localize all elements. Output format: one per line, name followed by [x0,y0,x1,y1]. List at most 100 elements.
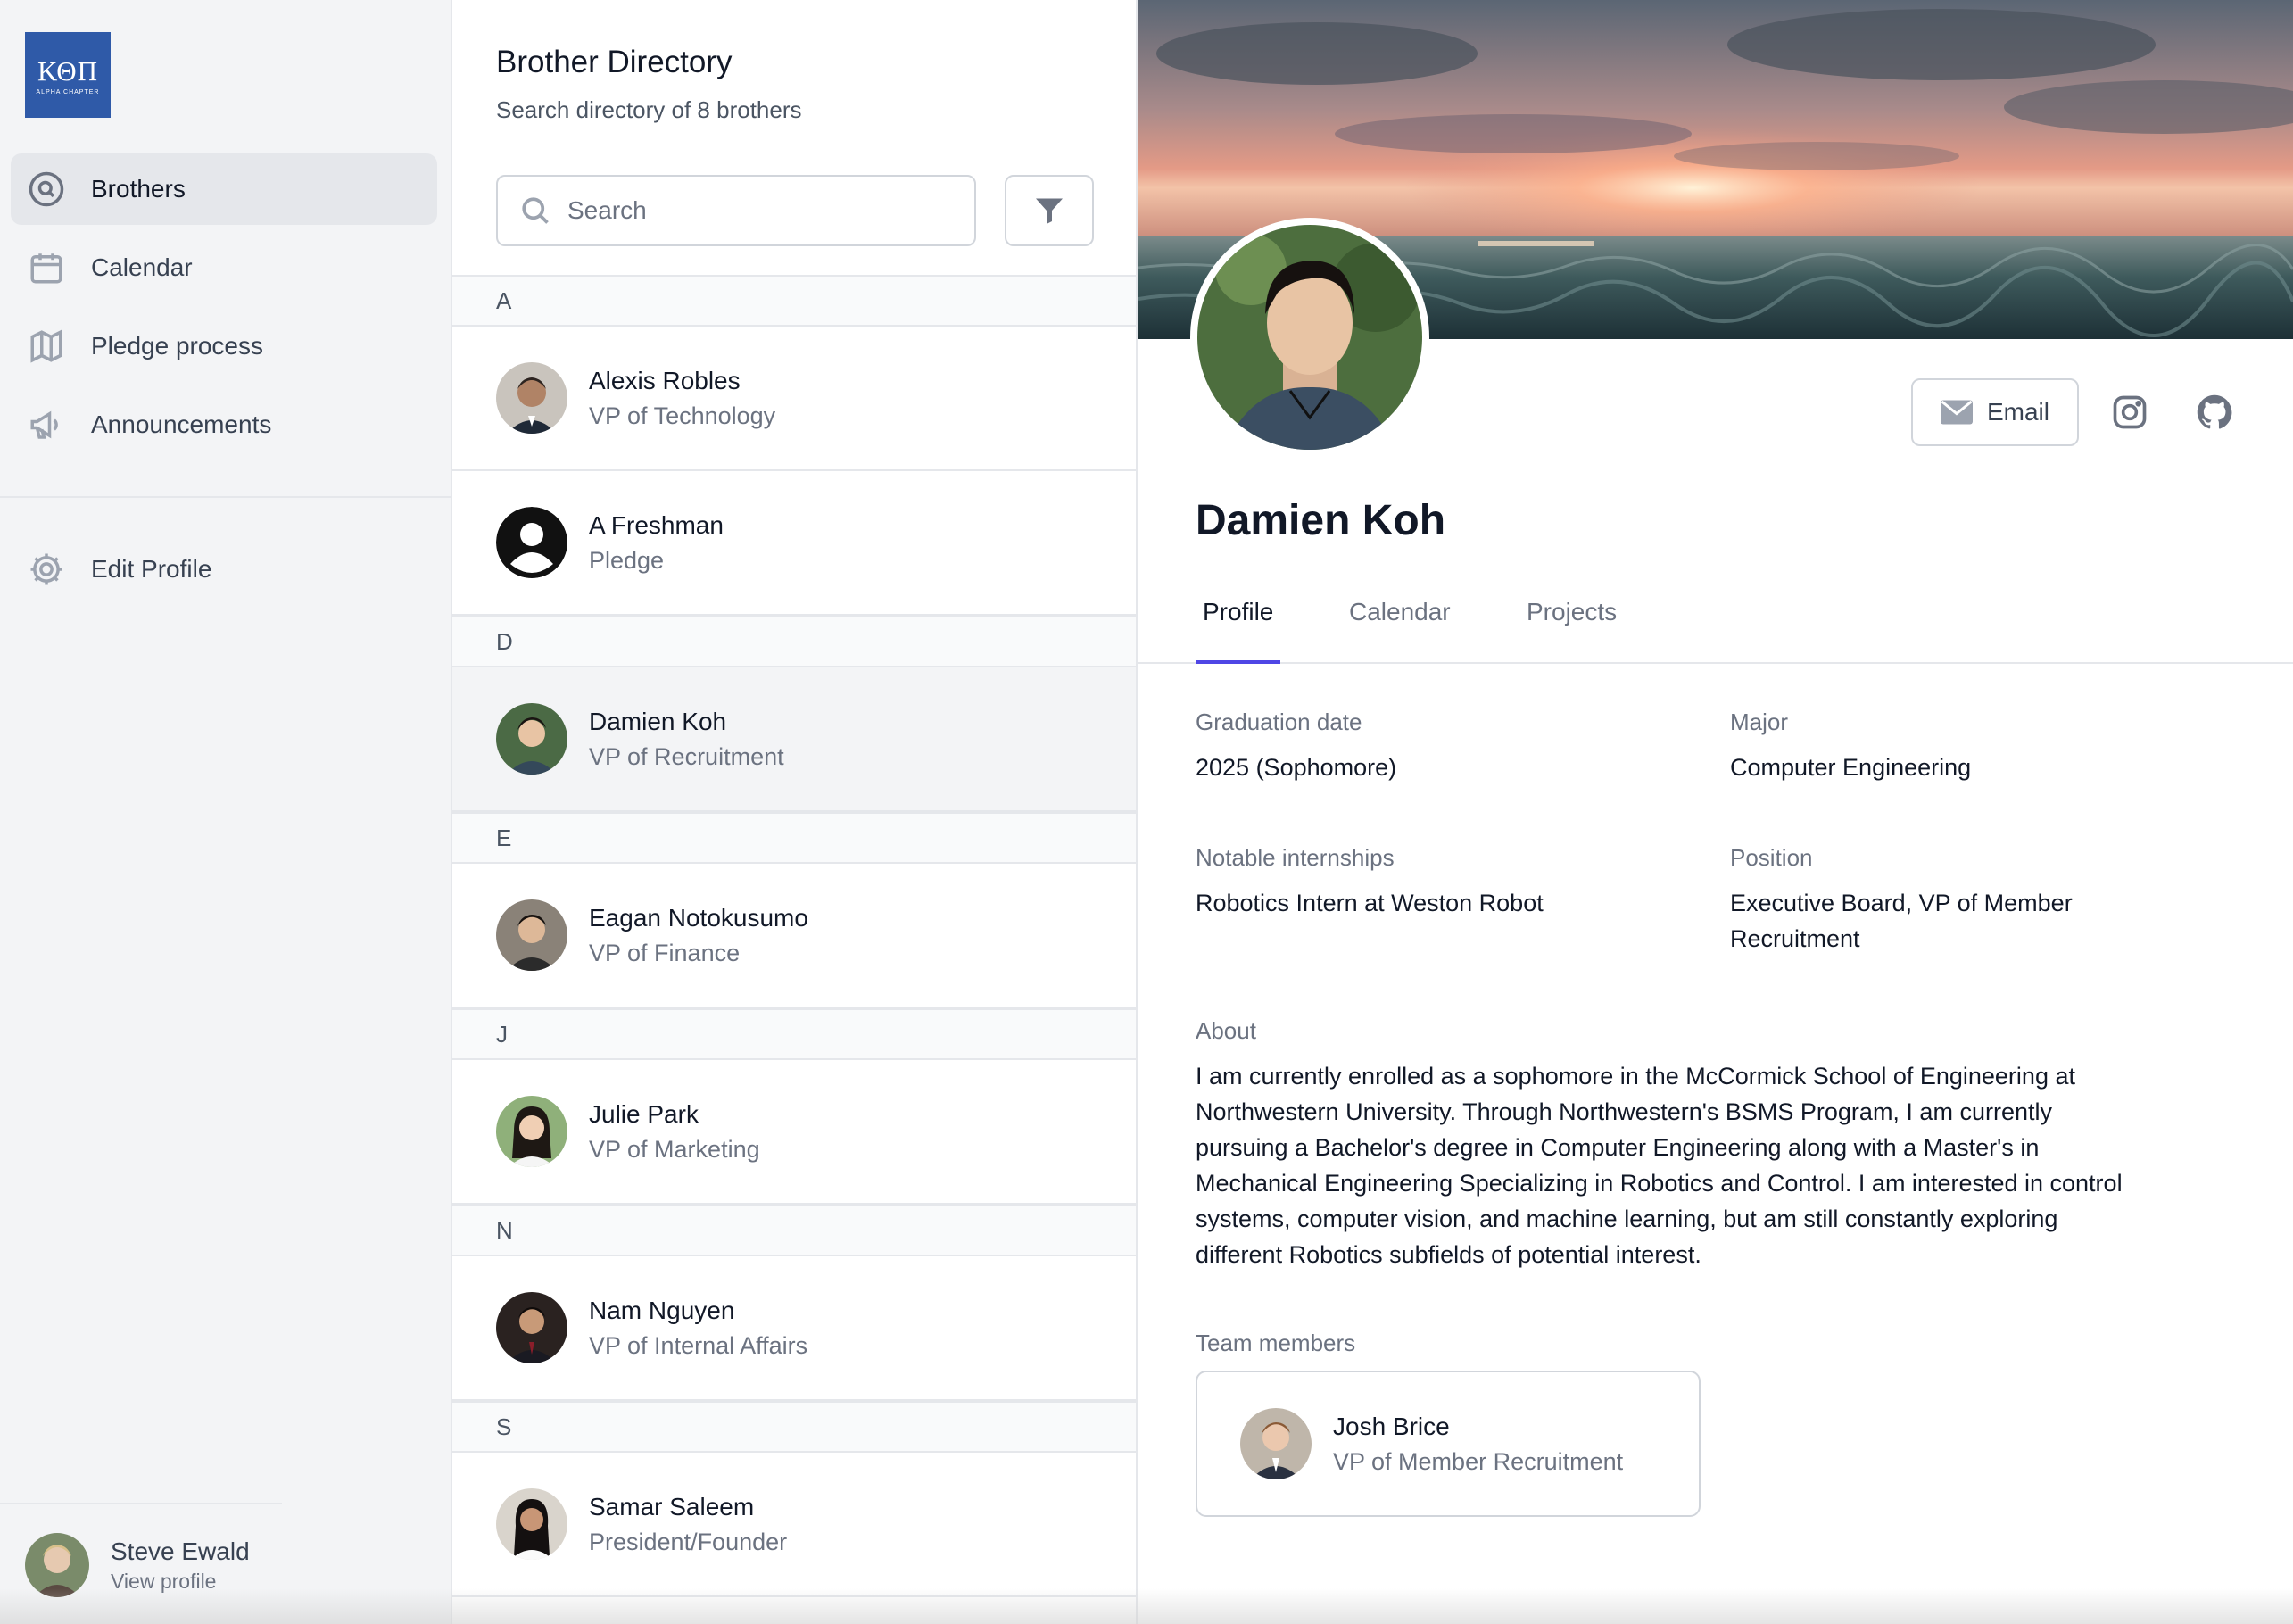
user-name: Steve Ewald [111,1537,250,1565]
email-button[interactable]: Email [1911,378,2079,446]
person-name: Eagan Notokusumo [589,903,808,932]
gear-icon [27,550,66,589]
sidebar-item-label: Edit Profile [91,555,212,583]
graduation-label: Graduation date [1196,708,1362,735]
tab-profile[interactable]: Profile [1196,589,1281,664]
person-name: Julie Park [589,1099,699,1128]
megaphone-icon [27,405,66,444]
major-label: Major [1730,708,1789,735]
list-item[interactable]: A Freshman Pledge [452,471,1136,616]
filter-button[interactable] [1005,175,1094,246]
list-item[interactable]: Samar Saleem President/Founder [452,1453,1136,1597]
person-name: Damien Koh [589,707,727,735]
avatar [496,362,567,434]
list-item[interactable]: Alexis Robles VP of Technology [452,327,1136,471]
team-member-card[interactable]: Josh Brice VP of Member Recruitment [1196,1371,1701,1517]
sidebar-item-label: Announcements [91,410,272,438]
person-name: Nam Nguyen [589,1296,735,1324]
sidebar-item-announcements[interactable]: Announcements [11,389,437,460]
sidebar-item-brothers[interactable]: Brothers [11,153,437,225]
person-position: VP of Internal Affairs [589,1331,808,1359]
primary-nav: Brothers Calendar Pledge process Announc… [11,153,437,468]
logo-letters: ΚΘΠ [37,54,99,87]
user-divider [0,1503,282,1504]
avatar [1240,1408,1312,1479]
person-position: VP of Technology [589,402,776,429]
section-header-j: J [452,1008,1136,1060]
sidebar-item-edit-profile[interactable]: Edit Profile [11,534,437,605]
team-member-name: Josh Brice [1333,1412,1450,1440]
avatar [496,703,567,775]
about-line: I am currently enrolled as a sophomore i… [1196,1063,2075,1090]
search-box[interactable] [496,175,976,246]
search-icon [522,197,549,224]
tab-projects[interactable]: Projects [1527,589,1617,664]
profile-avatar [1190,218,1429,457]
position-label: Position [1730,844,1813,871]
list-item-selected[interactable]: Damien Koh VP of Recruitment [452,667,1136,812]
person-name: Alexis Robles [589,366,741,394]
about-line: Northwestern University. Through Northwe… [1196,1098,2052,1125]
about-text: I am currently enrolled as a sophomore i… [1196,1058,2248,1272]
profile-tabs: Profile Calendar Projects [1138,589,2293,664]
chapter-logo[interactable]: ΚΘΠ ALPHA CHAPTER [25,32,111,118]
section-header-s: S [452,1401,1136,1453]
sidebar-item-label: Calendar [91,253,193,281]
directory-subtitle: Search directory of 8 brothers [496,96,802,123]
sidebar-item-label: Brothers [91,175,186,203]
about-line: systems, computer vision, and machine le… [1196,1206,2058,1232]
person-position: VP of Marketing [589,1135,760,1163]
person-position: VP of Recruitment [589,742,784,770]
position-value-line-2: Recruitment [1730,925,1860,952]
avatar [496,1096,567,1167]
instagram-icon[interactable] [2110,393,2149,432]
team-members-label: Team members [1196,1330,1356,1356]
list-item[interactable]: Eagan Notokusumo VP of Finance [452,864,1136,1008]
internships-label: Notable internships [1196,844,1395,871]
default-avatar-icon [496,507,567,578]
directory-title: Brother Directory [496,45,733,79]
graduation-value: 2025 (Sophomore) [1196,754,1397,781]
search-input[interactable] [567,196,942,225]
email-label: Email [1986,398,2049,426]
list-item[interactable]: Julie Park VP of Marketing [452,1060,1136,1205]
calendar-icon [27,248,66,287]
secondary-nav: Edit Profile [11,534,437,612]
avatar [496,1292,567,1363]
avatar [496,1488,567,1560]
section-header-a: A [452,275,1136,327]
person-name: A Freshman [589,510,724,539]
profile-name: Damien Koh [1196,497,1446,544]
section-header-n: N [452,1205,1136,1256]
sidebar-item-label: Pledge process [91,332,264,360]
avatar [496,899,567,971]
nav-divider [0,496,452,498]
about-line: different Robotics subfields of potentia… [1196,1241,1701,1268]
brother-directory: Brother Directory Search directory of 8 … [452,0,1138,1624]
directory-list: A Alexis Robles VP of Technology A Fresh… [452,275,1136,1597]
sidebar-item-pledge-process[interactable]: Pledge process [11,311,437,382]
sidebar: ΚΘΠ ALPHA CHAPTER Brothers Calendar Pled… [0,0,452,1624]
list-item[interactable]: Nam Nguyen VP of Internal Affairs [452,1256,1136,1401]
person-position: Pledge [589,546,665,574]
internships-value: Robotics Intern at Weston Robot [1196,890,1544,916]
about-line: pursuing a Bachelor's degree in Computer… [1196,1134,2040,1161]
github-icon[interactable] [2195,393,2234,432]
map-icon [27,327,66,366]
major-value: Computer Engineering [1730,754,1972,781]
logo-chapter: ALPHA CHAPTER [36,88,100,95]
person-position: VP of Finance [589,939,741,966]
section-header-d: D [452,616,1136,667]
profile-panel: Email Damien Koh Profile Calendar Projec… [1138,0,2293,1624]
tab-calendar[interactable]: Calendar [1349,589,1451,664]
about-line: Mechanical Engineering Specializing in R… [1196,1170,2123,1197]
directory-header: Brother Directory Search directory of 8 … [496,45,802,124]
about-label: About [1196,1017,1256,1044]
bottom-shadow [0,1588,2293,1624]
filter-icon [1036,198,1063,224]
envelope-icon [1940,400,1973,425]
sidebar-item-calendar[interactable]: Calendar [11,232,437,303]
team-member-position: VP of Member Recruitment [1333,1447,1624,1475]
position-value-line-1: Executive Board, VP of Member [1730,890,2073,916]
person-name: Samar Saleem [589,1492,755,1520]
